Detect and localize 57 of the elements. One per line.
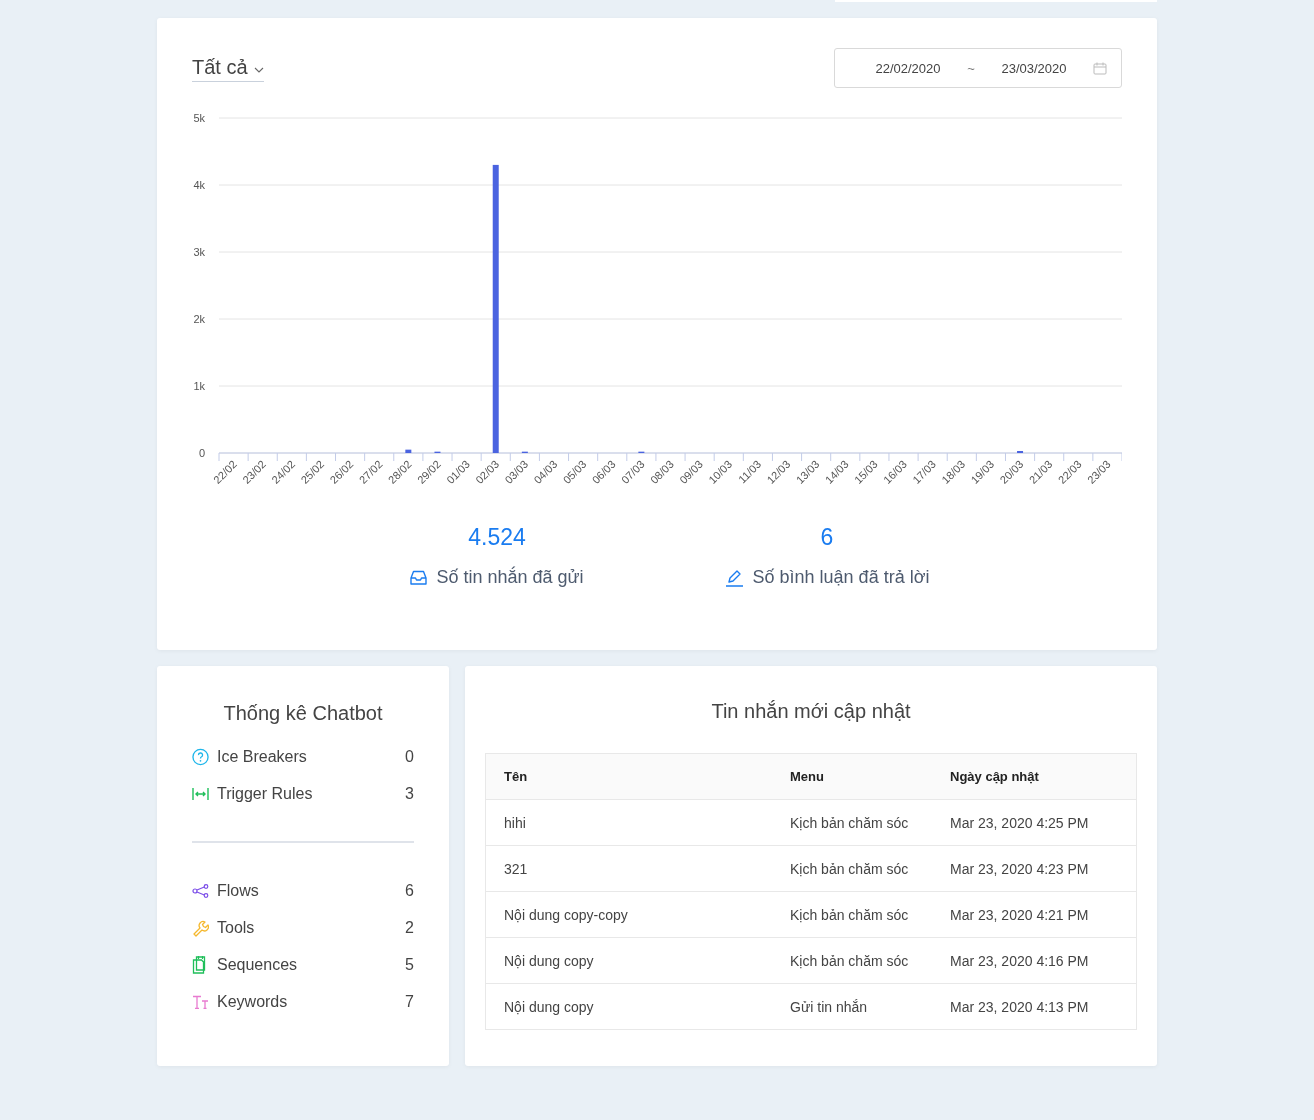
- table-cell: Kịch bản chăm sóc: [772, 845, 932, 892]
- inbox-icon: [410, 570, 428, 585]
- pencil-icon: [724, 568, 744, 587]
- total-label: Số tin nhắn đã gửi: [436, 567, 584, 588]
- card-title: Thống kê Chatbot: [222, 702, 384, 725]
- stat-count: 0: [405, 748, 414, 766]
- bar: [405, 449, 412, 453]
- table-cell: Nội dung copy: [485, 983, 772, 1030]
- column-header: Tên: [485, 753, 772, 800]
- y-tick-label: 1k: [193, 380, 205, 392]
- start-date: 22/02/2020: [874, 60, 942, 76]
- text-size-icon: [192, 995, 209, 1009]
- end-date: 23/03/2020: [1000, 60, 1068, 76]
- table-cell: Mar 23, 2020 4:23 PM: [932, 845, 1137, 892]
- table-cell: 321: [485, 845, 772, 892]
- table-cell: Mar 23, 2020 4:13 PM: [932, 983, 1137, 1030]
- table-cell: hihi: [485, 799, 772, 846]
- share-nodes-icon: [192, 884, 209, 898]
- stat-label: Sequences: [217, 956, 298, 974]
- width-arrows-icon: [192, 787, 209, 801]
- y-tick-label: 0: [198, 447, 205, 459]
- stat-label: Trigger Rules: [217, 785, 313, 803]
- caret-icon: [253, 66, 264, 73]
- table-cell: Mar 23, 2020 4:21 PM: [932, 891, 1137, 938]
- stat-label: Keywords: [217, 993, 288, 1011]
- table-cell: Kịch bản chăm sóc: [772, 937, 932, 984]
- calendar-icon: [1093, 61, 1107, 75]
- total-label: Số bình luận đã trả lời: [752, 567, 930, 588]
- table-cell: Nội dung copy: [485, 937, 772, 984]
- table-cell: Mar 23, 2020 4:25 PM: [932, 799, 1137, 846]
- stat-count: 6: [405, 882, 414, 900]
- question-icon: [192, 748, 209, 766]
- stat-label: Tools: [217, 919, 255, 937]
- y-tick-label: 5k: [193, 112, 205, 124]
- stat-count: 2: [405, 919, 414, 937]
- table-cell: Kịch bản chăm sóc: [772, 891, 932, 938]
- stat-count: 3: [405, 785, 414, 803]
- table-cell: Mar 23, 2020 4:16 PM: [932, 937, 1137, 984]
- y-tick-label: 4k: [193, 179, 205, 191]
- table-cell: Nội dung copy-copy: [485, 891, 772, 938]
- total-value: 4.524: [468, 524, 526, 551]
- date-range-field[interactable]: 22/02/2020 ~ 23/03/2020: [834, 48, 1122, 88]
- stat-count: 5: [405, 956, 414, 974]
- wrench-icon: [192, 919, 209, 937]
- column-header: Menu: [772, 753, 932, 800]
- table-cell: Kịch bản chăm sóc: [772, 799, 932, 846]
- column-header: Ngày cập nhật: [932, 753, 1137, 800]
- range-separator: ~: [966, 60, 976, 76]
- table-cell: Gửi tin nhắn: [772, 983, 932, 1030]
- stat-label: Flows: [217, 882, 259, 900]
- total-value: 6: [820, 524, 834, 551]
- filter-dropdown[interactable]: Tất cả: [192, 56, 264, 82]
- stat-label: Ice Breakers: [217, 748, 307, 766]
- y-tick-label: 3k: [193, 246, 205, 258]
- card-title: Tin nhắn mới cập nhật: [710, 700, 912, 723]
- stat-count: 7: [405, 993, 414, 1011]
- y-tick-label: 2k: [193, 313, 205, 325]
